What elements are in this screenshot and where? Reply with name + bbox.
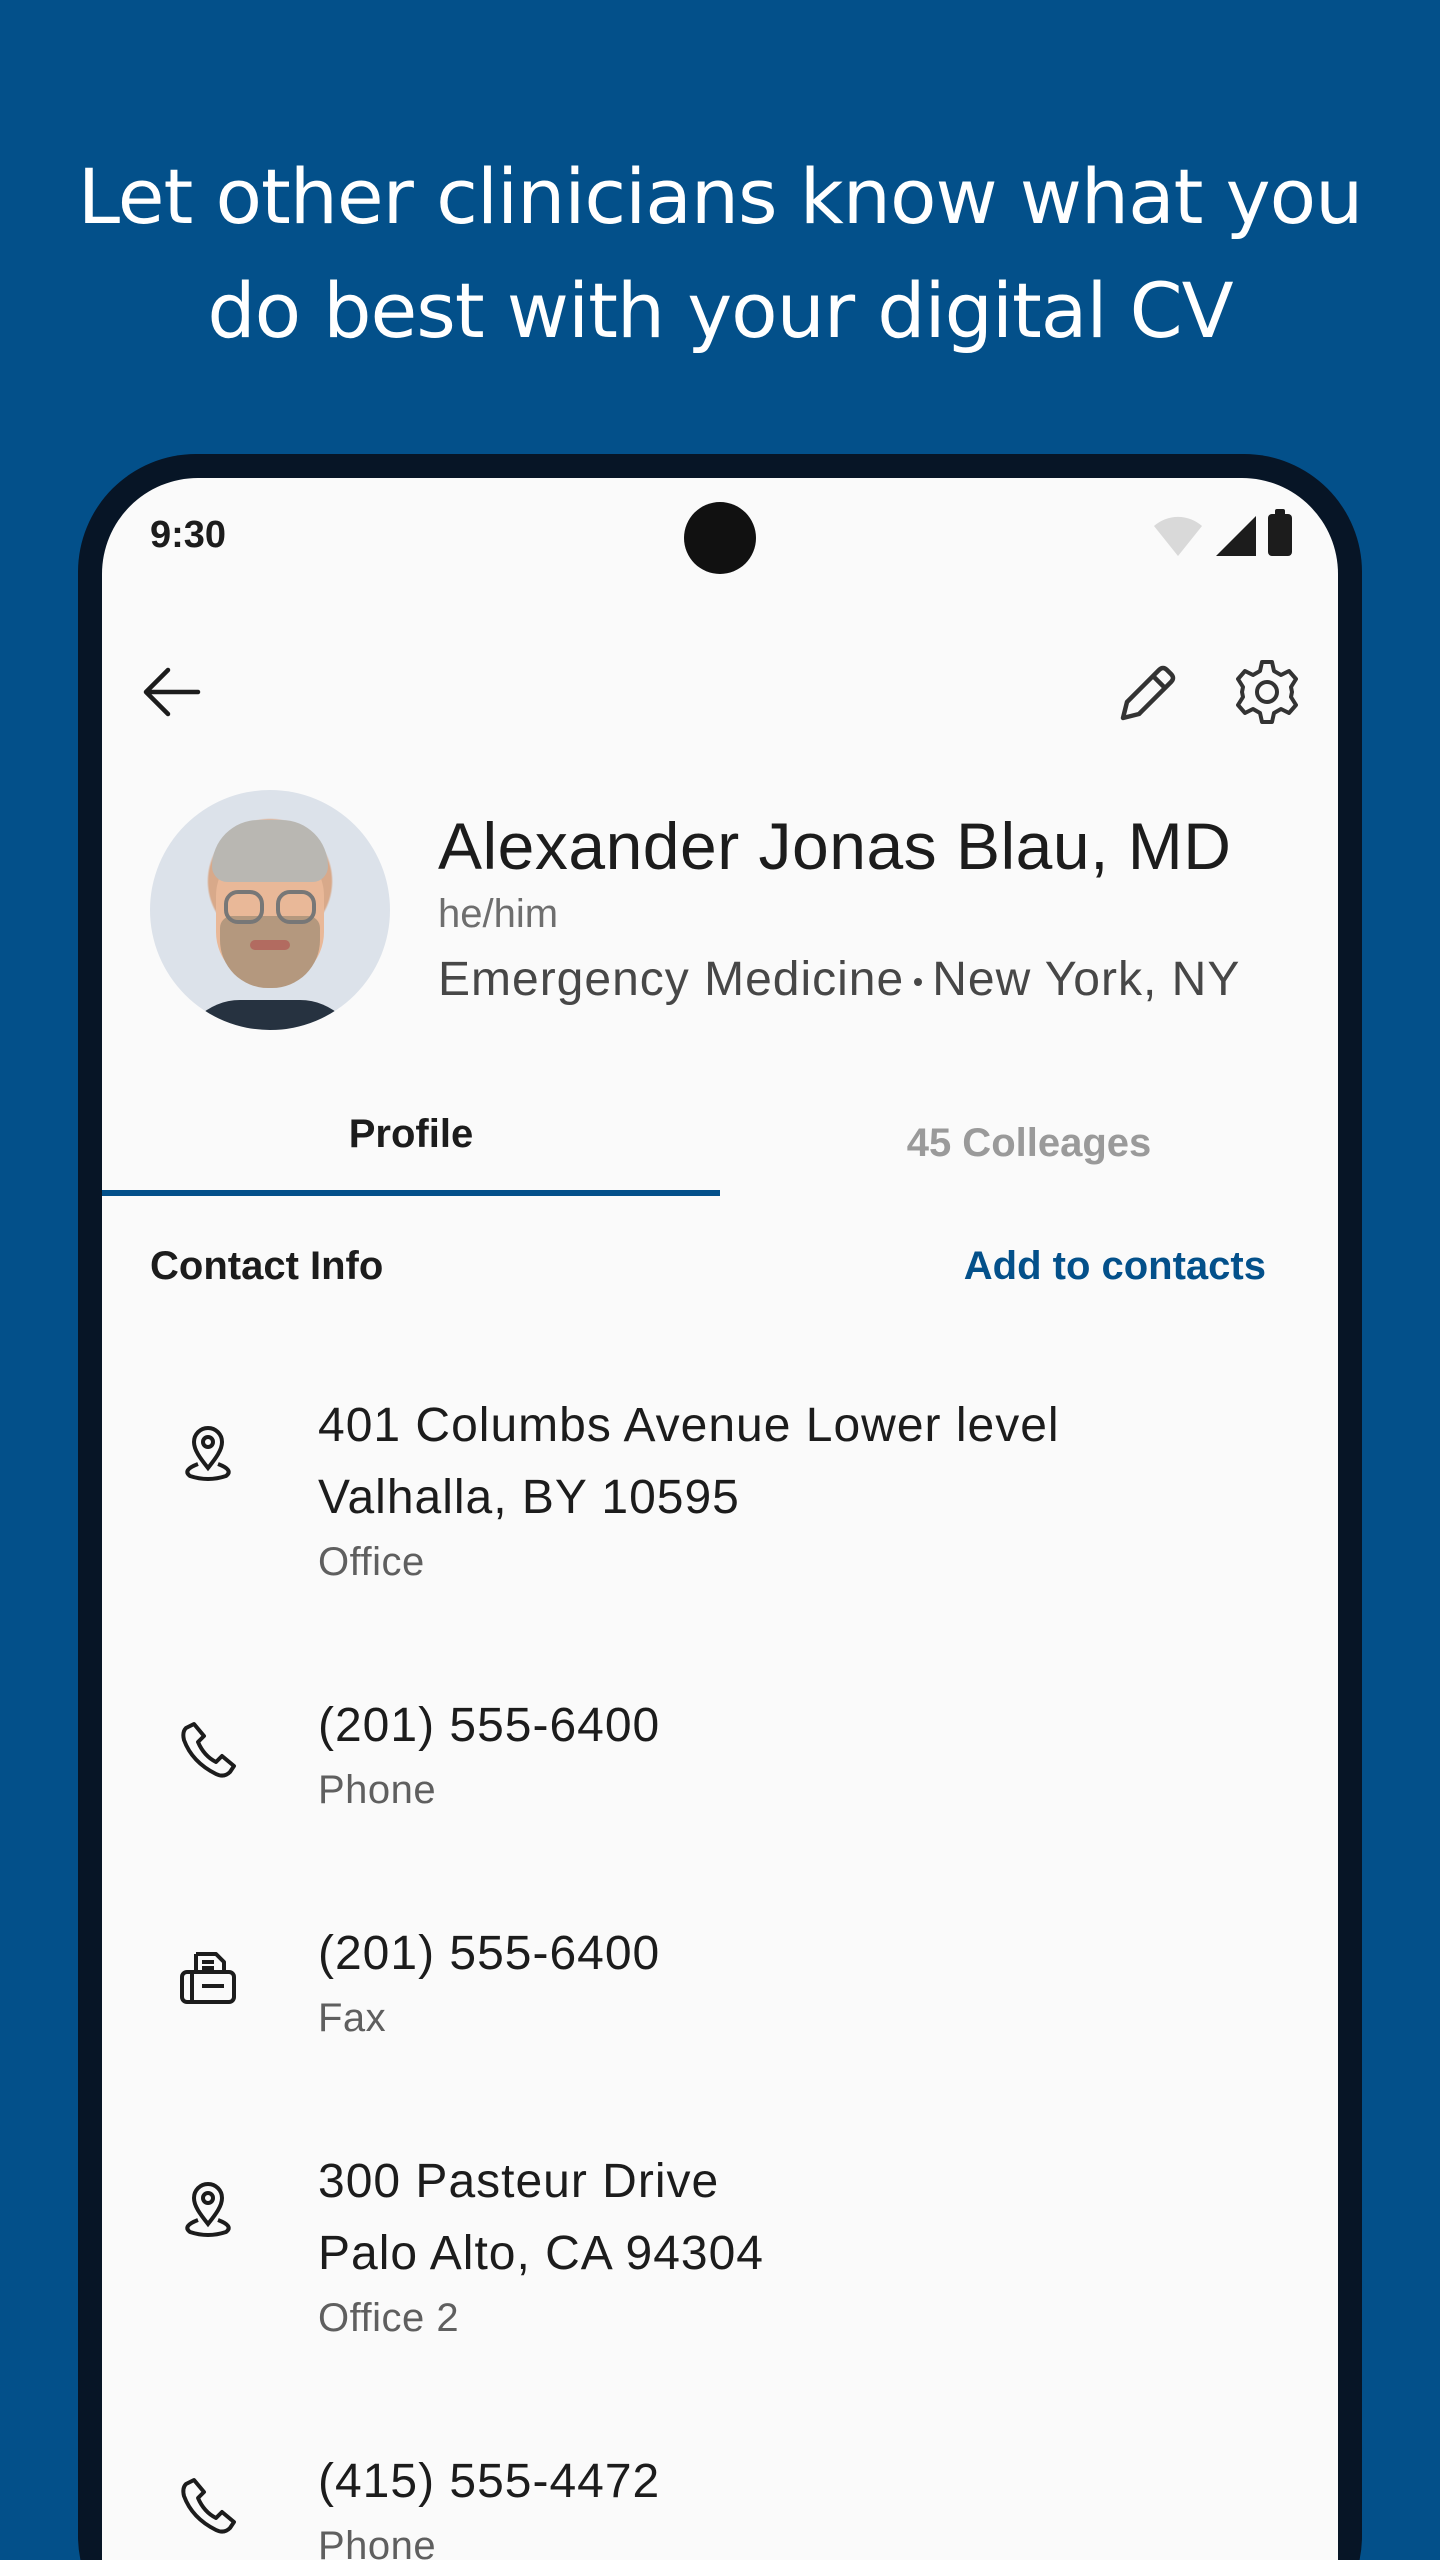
add-to-contacts-link[interactable]: Add to contacts [964, 1244, 1266, 1289]
status-icons [1152, 509, 1292, 556]
back-button[interactable] [132, 652, 212, 732]
contact-label: Office 2 [318, 2296, 460, 2340]
profile-pronouns: he/him [438, 892, 559, 936]
contact-line: (201) 555-6400 [318, 1927, 661, 1980]
settings-button[interactable] [1227, 652, 1307, 732]
contact-line: (415) 555-4472 [318, 2455, 661, 2508]
promo-headline: Let other clinicians know what you do be… [0, 140, 1440, 368]
avatar [150, 790, 390, 1030]
location-pin-icon [185, 1426, 231, 1481]
profile-name: Alexander Jonas Blau, MD [438, 809, 1232, 883]
profile-tabs: Profile 45 Colleages [102, 1090, 1338, 1196]
tab-profile[interactable]: Profile [102, 1090, 720, 1196]
settings-gear-icon [1236, 660, 1298, 724]
contact-info-title: Contact Info [150, 1244, 384, 1288]
edit-pencil-icon [1120, 665, 1176, 721]
back-arrow-icon [143, 667, 201, 717]
status-time: 9:30 [150, 514, 227, 556]
phone-icon [181, 2478, 236, 2534]
contact-line: 401 Columbs Avenue Lower level [318, 1399, 1060, 1452]
separator-dot [914, 978, 923, 987]
signal-icon [1216, 516, 1256, 556]
profile-specialty: Emergency Medicine [438, 953, 905, 1006]
contact-label: Phone [318, 1768, 437, 1812]
wifi-icon [1154, 516, 1202, 556]
tab-colleagues[interactable]: 45 Colleages [720, 1090, 1338, 1196]
contact-label: Office [318, 1540, 425, 1584]
location-pin-icon [185, 2182, 231, 2237]
profile-specialty-location: Emergency Medicine New York, NY [438, 952, 1240, 1007]
battery-icon [1268, 509, 1292, 556]
phone-icon [181, 1722, 236, 1778]
profile-location: New York, NY [932, 953, 1241, 1006]
contact-line: Palo Alto, CA 94304 [318, 2227, 764, 2280]
contact-label: Phone [318, 2524, 437, 2560]
promo-headline-line2: do best with your digital CV [207, 266, 1233, 355]
contact-label: Fax [318, 1996, 387, 2040]
contact-line: Valhalla, BY 10595 [318, 1471, 740, 1524]
edit-button[interactable] [1107, 652, 1187, 732]
tab-indicator [102, 1190, 720, 1196]
promo-headline-line1: Let other clinicians know what you [77, 152, 1364, 241]
camera-cutout [684, 502, 756, 574]
phone-screen: 9:30 Alexander Jonas Blau, MD he/him Eme… [102, 478, 1338, 2560]
contact-line: (201) 555-6400 [318, 1699, 661, 1752]
contact-line: 300 Pasteur Drive [318, 2155, 720, 2208]
fax-icon [180, 1952, 236, 2004]
